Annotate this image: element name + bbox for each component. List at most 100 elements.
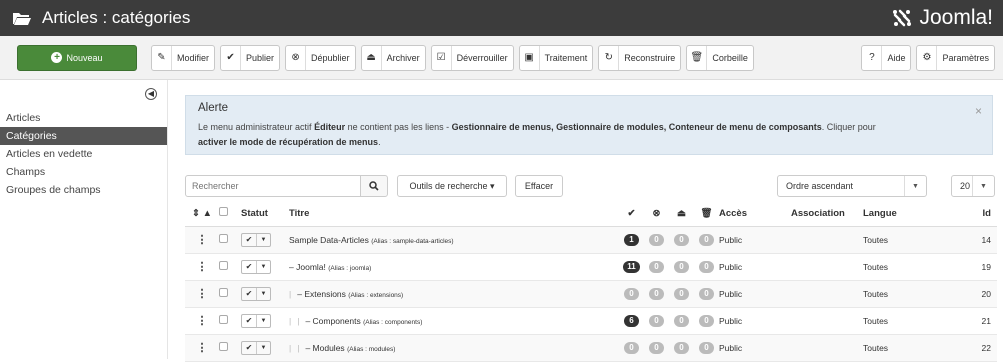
publish-toggle-icon[interactable]: ✔ (242, 288, 256, 300)
publish-toggle-icon[interactable]: ✔ (242, 261, 256, 273)
collapse-sidebar-icon[interactable]: ◀ (145, 88, 157, 100)
category-title-link[interactable]: Joomla! (296, 262, 326, 272)
archived-count-badge[interactable]: 0 (674, 233, 689, 246)
select-all-checkbox[interactable] (219, 207, 228, 217)
trashed-count-badge[interactable]: 0 (699, 314, 714, 327)
row-checkbox[interactable] (219, 342, 228, 351)
unpublish-button[interactable]: ⊗ Dépublier (285, 44, 356, 71)
published-count-badge[interactable]: 0 (624, 341, 639, 354)
table-row: ⋮ ✔ ▼ | – Extensions (Alias : extensions) 0 0 0… (185, 280, 997, 308)
publish-toggle-icon[interactable]: ✔ (242, 234, 256, 246)
publish-toggle-icon[interactable]: ✔ (242, 315, 256, 327)
trashed-count-badge[interactable]: 0 (699, 287, 714, 300)
options-button[interactable]: ⚙ Paramètres (916, 44, 995, 71)
indent-marker: | (289, 288, 292, 299)
close-icon[interactable]: × (975, 104, 982, 118)
archive-button[interactable]: ⏏ Archiver (360, 44, 426, 71)
title-cell: Sample Data-Articles (Alias : sample-dat… (289, 226, 619, 254)
row-checkbox[interactable] (219, 234, 228, 243)
table-row: ⋮ ✔ ▼ | | – Modules (Alias : modules) 0 0 0 0 Publ… (185, 334, 997, 362)
language-header[interactable]: Langue (863, 201, 953, 227)
sidebar-item-fields[interactable]: Champs (0, 163, 167, 181)
checkbox-icon: ☑ (432, 45, 452, 70)
unpublished-count-badge[interactable]: 0 (649, 341, 664, 354)
recovery-mode-link[interactable]: activer le mode de récupération de menus (198, 137, 378, 147)
sort-column-header[interactable]: ⇕ ▲ (185, 201, 219, 227)
publish-toggle-icon[interactable]: ✔ (242, 342, 256, 354)
archived-count-badge[interactable]: 0 (674, 341, 689, 354)
status-dropdown-icon[interactable]: ▼ (256, 287, 270, 300)
help-label: Aide (887, 52, 906, 63)
status-toggle-group: ✔ ▼ (241, 313, 271, 328)
trashed-count-badge[interactable]: 0 (699, 260, 714, 273)
unpublished-count-badge[interactable]: 0 (649, 233, 664, 246)
access-cell: Public (719, 334, 791, 362)
batch-button[interactable]: ▣ Traitement (518, 44, 594, 71)
sidebar-item-categories[interactable]: Catégories (0, 127, 167, 145)
published-count-badge[interactable]: 0 (624, 287, 639, 300)
trashed-count-badge[interactable]: 0 (699, 233, 714, 246)
title-prefix: – (297, 288, 302, 299)
category-title-link[interactable]: Components (313, 316, 361, 326)
ordering-value: Ordre ascendant (786, 181, 854, 191)
status-dropdown-icon[interactable]: ▼ (256, 260, 270, 273)
search-button[interactable] (360, 175, 388, 197)
sidebar-item-featured[interactable]: Articles en vedette (0, 145, 167, 163)
unpublished-cell: 0 (644, 334, 669, 362)
id-header[interactable]: Id (953, 201, 997, 227)
trashed-cell: 0 (694, 253, 719, 281)
unpublished-count-badge[interactable]: 0 (649, 314, 664, 327)
row-checkbox[interactable] (219, 261, 228, 270)
unpublished-count-badge[interactable]: 0 (649, 287, 664, 300)
published-count-badge[interactable]: 6 (624, 314, 639, 327)
help-button[interactable]: ? Aide (861, 44, 912, 71)
batch-label: Traitement (544, 52, 588, 63)
status-dropdown-icon[interactable]: ▼ (256, 233, 270, 246)
unpublished-count-badge[interactable]: 0 (649, 260, 664, 273)
edit-button[interactable]: ✎ Modifier (151, 44, 216, 71)
drag-handle-icon[interactable]: ⋮ (185, 226, 219, 254)
category-title-link[interactable]: Modules (313, 343, 345, 353)
category-title-link[interactable]: Sample Data-Articles (289, 235, 369, 245)
row-checkbox[interactable] (219, 288, 228, 297)
sidebar-item-field-groups[interactable]: Groupes de champs (0, 181, 167, 199)
published-cell: 6 (619, 307, 644, 335)
new-button[interactable]: + Nouveau (17, 44, 137, 71)
drag-handle-icon[interactable]: ⋮ (185, 253, 219, 281)
row-checkbox[interactable] (219, 315, 228, 324)
access-header[interactable]: Accès (719, 201, 791, 227)
access-cell: Public (719, 280, 791, 308)
clear-button[interactable]: Effacer (515, 175, 563, 197)
status-dropdown-icon[interactable]: ▼ (256, 314, 270, 327)
trash-button[interactable]: 🗑 Corbeille (686, 44, 754, 71)
archived-count-badge[interactable]: 0 (674, 260, 689, 273)
limit-select[interactable]: 20 ▼ (951, 175, 995, 197)
options-label: Paramètres (942, 52, 989, 63)
trashed-cell: 0 (694, 226, 719, 254)
plus-icon: + (51, 52, 63, 63)
drag-handle-icon[interactable]: ⋮ (185, 307, 219, 335)
id-cell: 14 (953, 226, 997, 254)
status-dropdown-icon[interactable]: ▼ (256, 341, 270, 354)
publish-button[interactable]: ✔ Publier (220, 44, 281, 71)
title-header[interactable]: Titre (289, 201, 619, 227)
ordering-select[interactable]: Ordre ascendant ▼ (777, 175, 927, 197)
trashed-header: 🗑 (694, 201, 719, 227)
published-count-badge[interactable]: 1 (624, 233, 639, 246)
archive-label: Archiver (386, 52, 420, 63)
sidebar-item-articles[interactable]: Articles (0, 109, 167, 127)
checkin-button[interactable]: ☑ Déverrouiller (430, 44, 514, 71)
status-toggle-group: ✔ ▼ (241, 286, 271, 301)
rebuild-button[interactable]: ↻ Reconstruire (598, 44, 682, 71)
published-count-badge[interactable]: 11 (623, 260, 640, 273)
archived-count-badge[interactable]: 0 (674, 287, 689, 300)
association-header[interactable]: Association (791, 201, 863, 227)
trashed-count-badge[interactable]: 0 (699, 341, 714, 354)
archived-count-badge[interactable]: 0 (674, 314, 689, 327)
drag-handle-icon[interactable]: ⋮ (185, 280, 219, 308)
category-title-link[interactable]: Extensions (304, 289, 346, 299)
search-input[interactable] (185, 175, 361, 197)
search-tools-button[interactable]: Outils de recherche ▾ (397, 175, 507, 197)
status-header[interactable]: Statut (241, 201, 289, 227)
drag-handle-icon[interactable]: ⋮ (185, 334, 219, 362)
